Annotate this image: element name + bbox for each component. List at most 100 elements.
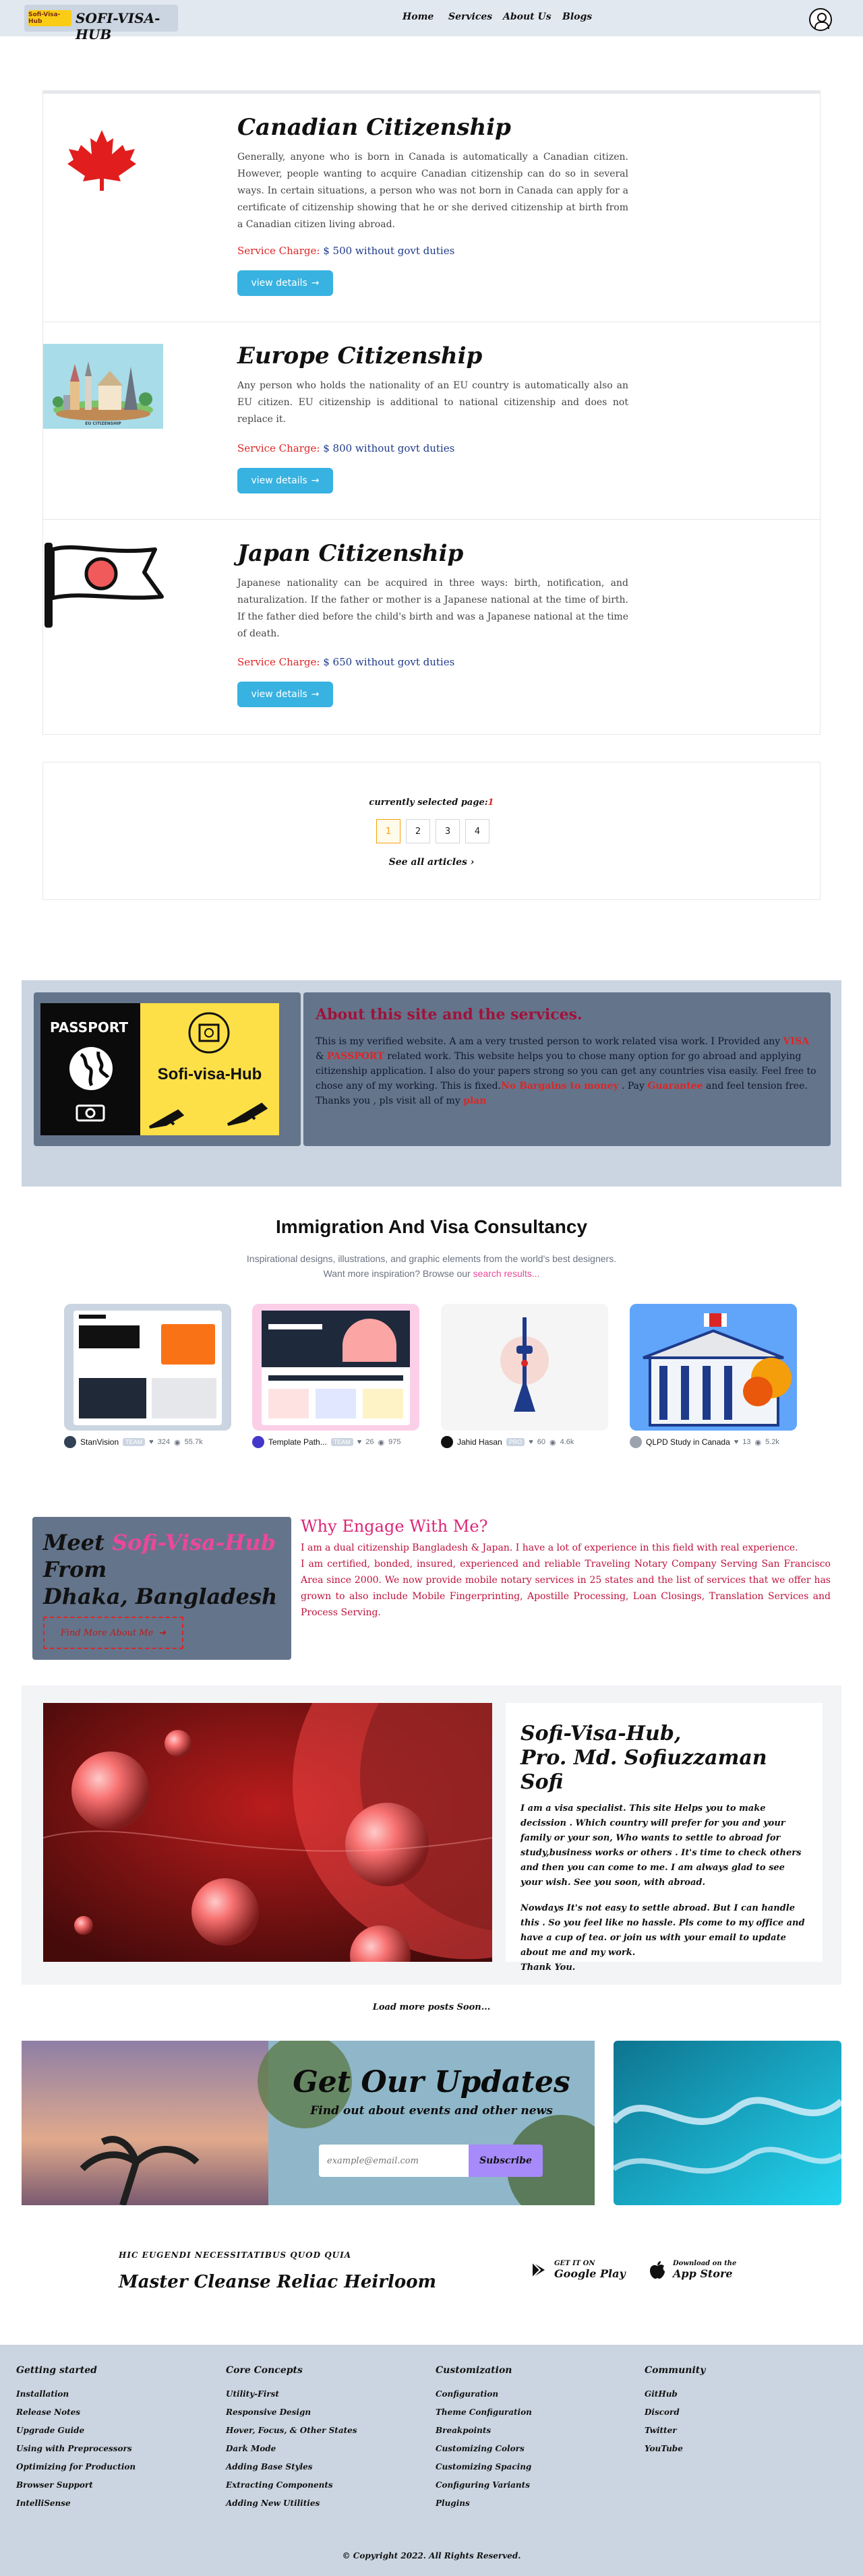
footer-column-title: Core Concepts: [226, 2365, 303, 2376]
page-button-3[interactable]: 3: [436, 819, 460, 843]
heart-icon[interactable]: ♥: [734, 1438, 739, 1446]
design-shot-2[interactable]: [252, 1304, 419, 1431]
shot-meta-1: StanVision TEAM ♥ 324 ◉ 55.7k: [64, 1436, 203, 1448]
author-avatar[interactable]: [252, 1436, 264, 1448]
footer-link[interactable]: Installation: [16, 2385, 136, 2403]
design-shot-4[interactable]: [630, 1304, 797, 1431]
nav-home[interactable]: Home: [403, 11, 434, 22]
subtitle-line-2: Want more inspiration? Browse our search…: [0, 1266, 863, 1281]
author-avatar[interactable]: [630, 1436, 642, 1448]
footer-link[interactable]: Using with Preprocessors: [16, 2440, 136, 2458]
footer-column-customization: Customization Configuration Theme Config…: [436, 2365, 532, 2513]
shot-meta-3: Jahid Hasan PRO ♥ 60 ◉ 4.6k: [441, 1436, 574, 1448]
footer-link[interactable]: Browser Support: [16, 2476, 136, 2494]
card-title: Japan Citizenship: [237, 540, 464, 567]
footer-link[interactable]: Configuring Variants: [436, 2476, 532, 2494]
view-details-button[interactable]: view details →: [237, 682, 333, 707]
view-details-button[interactable]: view details →: [237, 468, 333, 493]
button-label: Find More About Me: [60, 1627, 154, 1638]
guarantee-highlight: Guarantee: [647, 1081, 703, 1091]
about-text-1: This is my verified website. A am a very…: [316, 1036, 783, 1047]
author-name[interactable]: Jahid Hasan: [457, 1437, 502, 1447]
footer-link[interactable]: Configuration: [436, 2385, 532, 2403]
page-button-2[interactable]: 2: [406, 819, 430, 843]
author-avatar[interactable]: [441, 1436, 453, 1448]
app-store-small: Download on the: [673, 2260, 737, 2267]
profile-section: Sofi-Visa-Hub, Pro. Md. Sofiuzzaman Sofi …: [22, 1685, 841, 1985]
design-shot-1[interactable]: [64, 1304, 231, 1431]
passport-stamp-icon: [188, 1012, 230, 1054]
footer-link[interactable]: IntelliSense: [16, 2494, 136, 2513]
nav-blogs[interactable]: Blogs: [562, 11, 592, 22]
service-charge-value: $ 500 without govt duties: [323, 245, 455, 257]
email-input[interactable]: [319, 2145, 469, 2177]
search-results-link[interactable]: search results...: [473, 1268, 540, 1279]
footer-link[interactable]: Theme Configuration: [436, 2403, 532, 2422]
page-button-1[interactable]: 1: [376, 819, 400, 843]
footer-link[interactable]: Customizing Colors: [436, 2440, 532, 2458]
nav-services[interactable]: Services: [448, 11, 492, 22]
citizenship-card-japan: Japan Citizenship Japanese nationality c…: [43, 520, 820, 734]
about-text-box: About this site and the services. This i…: [303, 992, 831, 1146]
footer-link[interactable]: Discord: [645, 2403, 705, 2422]
pagination-panel: currently selected page:1 1 2 3 4 See al…: [42, 762, 821, 900]
footer-link[interactable]: Plugins: [436, 2494, 532, 2513]
footer-column-title: Customization: [436, 2365, 512, 2376]
arrow-right-icon: →: [311, 689, 320, 700]
service-charge: Service Charge: $ 650 without govt dutie…: [237, 656, 454, 668]
author-badge: TEAM: [123, 1438, 146, 1446]
service-charge-label: Service Charge:: [237, 245, 320, 257]
nav-about-us[interactable]: About Us: [503, 11, 552, 22]
profile-paragraph-2: Nowdays It's not easy to settle abroad. …: [520, 1903, 805, 1958]
footer-link[interactable]: Dark Mode: [226, 2440, 357, 2458]
see-all-articles-link[interactable]: See all articles ›: [43, 857, 820, 868]
footer-link[interactable]: Upgrade Guide: [16, 2422, 136, 2440]
profile-signoff: Thank You.: [520, 1963, 576, 1973]
heart-icon[interactable]: ♥: [529, 1438, 533, 1446]
author-badge: TEAM: [330, 1438, 353, 1446]
author-name[interactable]: Template Path...: [268, 1437, 327, 1447]
footer-link[interactable]: Utility-First: [226, 2385, 357, 2403]
plan-link[interactable]: plan: [463, 1096, 486, 1106]
profile-title: Sofi-Visa-Hub, Pro. Md. Sofiuzzaman Sofi: [520, 1722, 808, 1795]
planets-image: [43, 1703, 492, 1962]
google-play-button[interactable]: GET IT ON Google Play: [530, 2260, 626, 2280]
pagination-label: currently selected page:: [369, 798, 488, 808]
user-account-icon[interactable]: [809, 8, 832, 31]
footer-link[interactable]: Optimizing for Production: [16, 2458, 136, 2476]
footer-link[interactable]: Hover, Focus, & Other States: [226, 2422, 357, 2440]
footer-link[interactable]: Extracting Components: [226, 2476, 357, 2494]
view-details-button[interactable]: view details →: [237, 270, 333, 296]
author-avatar[interactable]: [64, 1436, 76, 1448]
button-label: view details: [251, 278, 307, 289]
meet-location: Dhaka, Bangladesh: [43, 1584, 278, 1609]
like-count: 26: [365, 1438, 374, 1446]
button-label: view details: [251, 475, 307, 486]
newsletter-title: Get Our Updates: [293, 2065, 570, 2099]
find-more-button[interactable]: Find More About Me ➜: [43, 1617, 183, 1649]
footer-column-getting-started: Getting started Installation Release Not…: [16, 2365, 136, 2513]
footer-link[interactable]: YouTube: [645, 2440, 705, 2458]
footer-link[interactable]: Customizing Spacing: [436, 2458, 532, 2476]
load-more-text: Load more posts Soon...: [372, 2002, 491, 2012]
service-charge-label: Service Charge:: [237, 442, 320, 454]
site-logo[interactable]: Sofi-Visa-Hub SOFI-VISA-HUB: [24, 5, 178, 42]
citizenship-list: Canadian Citizenship Generally, anyone w…: [42, 90, 821, 735]
design-shot-3[interactable]: [441, 1304, 608, 1431]
heart-icon[interactable]: ♥: [357, 1438, 362, 1446]
footer-link[interactable]: Breakpoints: [436, 2422, 532, 2440]
footer-link[interactable]: Adding Base Styles: [226, 2458, 357, 2476]
author-name[interactable]: QLPD Study in Canada: [646, 1437, 730, 1447]
app-store-button[interactable]: Download on the App Store: [649, 2260, 736, 2280]
footer-link[interactable]: Release Notes: [16, 2403, 136, 2422]
author-name[interactable]: StanVision: [80, 1437, 119, 1447]
footer-link[interactable]: Twitter: [645, 2422, 705, 2440]
heart-icon[interactable]: ♥: [149, 1438, 154, 1446]
subscribe-button[interactable]: Subscribe: [469, 2145, 543, 2177]
why-engage-section: Why Engage With Me? I am a dual citizens…: [301, 1517, 831, 1621]
footer-link[interactable]: Adding New Utilities: [226, 2494, 357, 2513]
eye-icon: ◉: [754, 1438, 762, 1447]
footer-link[interactable]: GitHub: [645, 2385, 705, 2403]
page-button-4[interactable]: 4: [465, 819, 489, 843]
footer-link[interactable]: Responsive Design: [226, 2403, 357, 2422]
